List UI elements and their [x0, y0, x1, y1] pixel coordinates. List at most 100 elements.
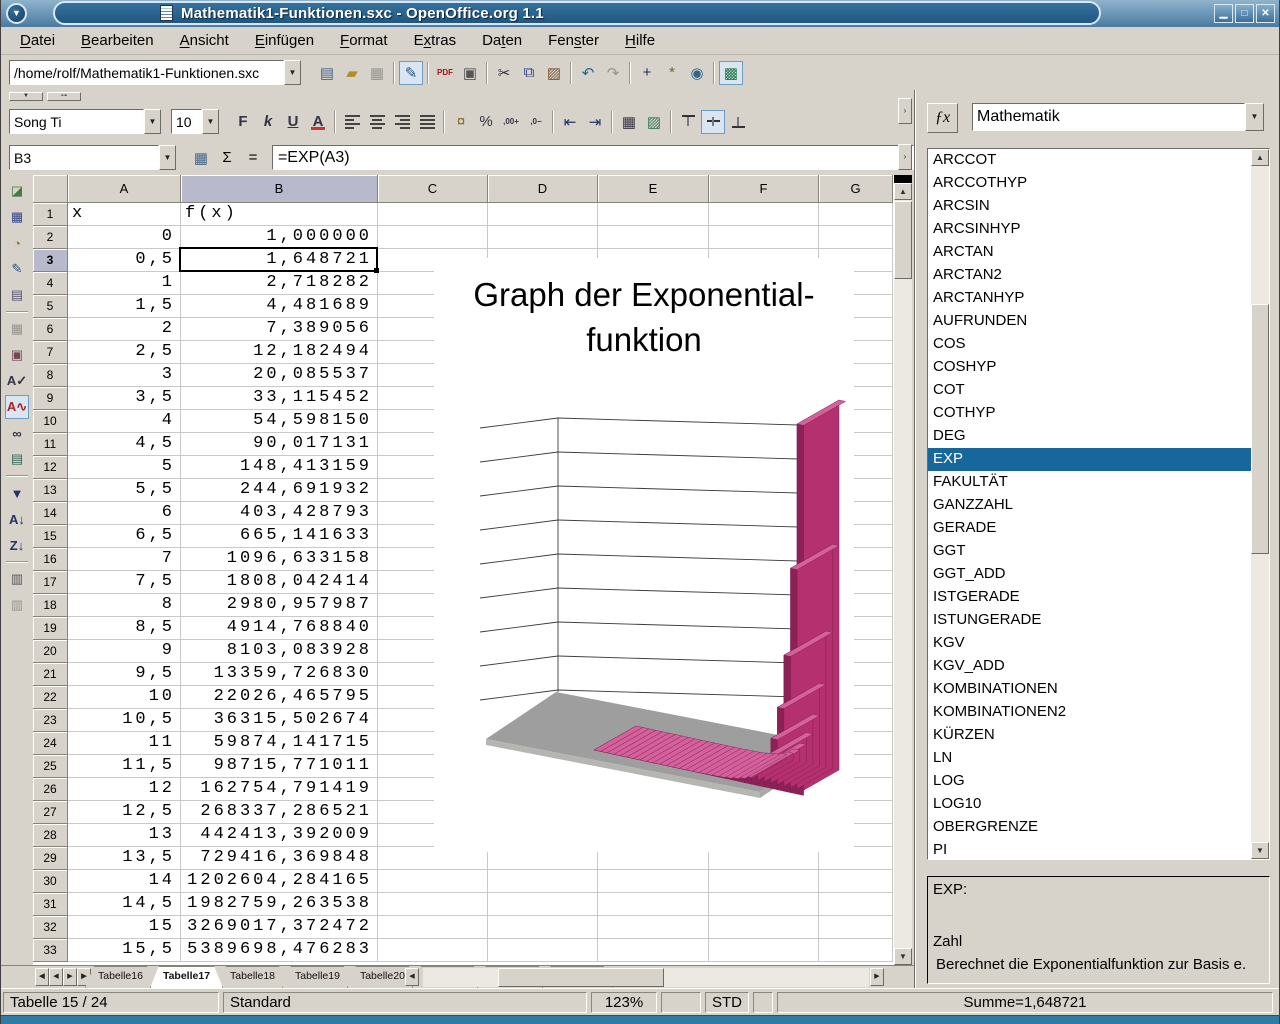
menu-item-hilfe[interactable]: Hilfe [612, 29, 668, 52]
function-item-arccothyp[interactable]: ARCCOTHYP [928, 172, 1251, 195]
scrollbar-split-handle[interactable] [894, 175, 912, 183]
insert-object-icon[interactable]: ◪ [5, 179, 29, 203]
cell-B32[interactable]: 3269017,372472 [181, 916, 378, 939]
cell-B7[interactable]: 12,182494 [181, 341, 378, 364]
cell-B27[interactable]: 268337,286521 [181, 801, 378, 824]
open-icon[interactable]: ▰ [340, 61, 364, 85]
cell-A11[interactable]: 4,5 [68, 433, 181, 456]
toolbar-collapse-button[interactable]: ▼ [9, 92, 43, 101]
function-item-kgv[interactable]: KGV [928, 632, 1251, 655]
paste-icon[interactable]: ▨ [542, 61, 566, 85]
cell-A17[interactable]: 7,5 [68, 571, 181, 594]
align-bottom-icon[interactable] [726, 110, 750, 134]
function-item-istungerade[interactable]: ISTUNGERADE [928, 609, 1251, 632]
cell-A24[interactable]: 11 [68, 732, 181, 755]
column-header-C[interactable]: C [378, 175, 488, 203]
cell-A12[interactable]: 5 [68, 456, 181, 479]
row-header-30[interactable]: 30 [33, 870, 68, 893]
vertical-scrollbar-track[interactable] [894, 183, 912, 965]
tab-scroll-left-button[interactable]: ◀ [405, 968, 419, 986]
cell-B8[interactable]: 20,085537 [181, 364, 378, 387]
category-dropdown-button[interactable]: ▼ [1245, 103, 1264, 131]
navigator-icon[interactable]: + [635, 61, 659, 85]
align-justify-icon[interactable] [415, 110, 439, 134]
menu-item-format[interactable]: Format [327, 29, 401, 52]
cell-reference-input[interactable] [9, 145, 159, 170]
sheet-tab-tabelle17[interactable]: Tabelle17 [150, 966, 223, 988]
currency-icon[interactable]: ¤ [449, 110, 473, 134]
cell-A13[interactable]: 5,5 [68, 479, 181, 502]
cell-B1[interactable]: f(x) [181, 203, 378, 226]
menu-item-fenster[interactable]: Fenster [535, 29, 612, 52]
hyperlink-icon[interactable]: ◉ [685, 61, 709, 85]
function-item-ln[interactable]: LN [928, 747, 1251, 770]
cell-A16[interactable]: 7 [68, 548, 181, 571]
cell-F1[interactable] [709, 203, 819, 226]
row-header-23[interactable]: 23 [33, 709, 68, 732]
menu-item-datei[interactable]: Datei [7, 29, 68, 52]
cell-D33[interactable] [488, 939, 598, 962]
cell-A30[interactable]: 14 [68, 870, 181, 893]
cell-A15[interactable]: 6,5 [68, 525, 181, 548]
row-header-6[interactable]: 6 [33, 318, 68, 341]
toolbar-overflow-button[interactable]: › [898, 98, 912, 124]
row-header-12[interactable]: 12 [33, 456, 68, 479]
undo-icon[interactable]: ↶ [576, 61, 600, 85]
function-item-cothyp[interactable]: COTHYP [928, 402, 1251, 425]
row-header-33[interactable]: 33 [33, 939, 68, 962]
row-header-1[interactable]: 1 [33, 203, 68, 226]
cell-D2[interactable] [488, 226, 598, 249]
row-header-9[interactable]: 9 [33, 387, 68, 410]
function-item-pi[interactable]: PI [928, 839, 1251, 859]
vertical-scrollbar[interactable]: ▲ ▼ [894, 183, 912, 965]
cell-B28[interactable]: 442413,392009 [181, 824, 378, 847]
function-item-kombinationen[interactable]: KOMBINATIONEN [928, 678, 1251, 701]
document-url-input[interactable] [9, 60, 284, 85]
insert-graphics-icon[interactable]: ▣ [5, 343, 29, 367]
shrink-formula-bar-button[interactable]: › [898, 144, 912, 170]
cell-C2[interactable] [378, 226, 488, 249]
function-category-input[interactable] [972, 103, 1245, 131]
function-item-deg[interactable]: DEG [928, 425, 1251, 448]
cell-G33[interactable] [819, 939, 893, 962]
function-item-arccot[interactable]: ARCCOT [928, 149, 1251, 172]
function-wizard-button[interactable]: ▦ [188, 146, 214, 170]
function-item-kgv_add[interactable]: KGV_ADD [928, 655, 1251, 678]
font-size-dropdown[interactable]: ▼ [202, 109, 219, 134]
cell-B23[interactable]: 36315,502674 [181, 709, 378, 732]
function-item-ganzzahl[interactable]: GANZZAHL [928, 494, 1251, 517]
data-sources-icon[interactable]: ▤ [5, 447, 29, 471]
column-header-A[interactable]: A [68, 175, 181, 203]
cell-A27[interactable]: 12,5 [68, 801, 181, 824]
stylist-icon[interactable]: * [660, 61, 684, 85]
function-item-log10[interactable]: LOG10 [928, 793, 1251, 816]
cell-C1[interactable] [378, 203, 488, 226]
cell-B16[interactable]: 1096,633158 [181, 548, 378, 571]
function-item-cot[interactable]: COT [928, 379, 1251, 402]
increase-indent-icon[interactable]: ⇥ [583, 110, 607, 134]
row-header-31[interactable]: 31 [33, 893, 68, 916]
list-scroll-up-button[interactable]: ▲ [1251, 149, 1269, 166]
system-menu-button[interactable]: ▼ [6, 3, 27, 24]
cell-B12[interactable]: 148,413159 [181, 456, 378, 479]
cell-A4[interactable]: 1 [68, 272, 181, 295]
column-header-G[interactable]: G [819, 175, 893, 203]
url-dropdown-button[interactable]: ▼ [284, 60, 301, 85]
cell-C30[interactable] [378, 870, 488, 893]
cell-G1[interactable] [819, 203, 893, 226]
name-box[interactable]: ▼ [9, 145, 176, 170]
cell-B2[interactable]: 1,000000 [181, 226, 378, 249]
function-item-arctan[interactable]: ARCTAN [928, 241, 1251, 264]
cell-B17[interactable]: 1808,042414 [181, 571, 378, 594]
row-header-16[interactable]: 16 [33, 548, 68, 571]
row-header-5[interactable]: 5 [33, 295, 68, 318]
cell-B14[interactable]: 403,428793 [181, 502, 378, 525]
cell-B4[interactable]: 2,718282 [181, 272, 378, 295]
cell-G2[interactable] [819, 226, 893, 249]
cell-B5[interactable]: 4,481689 [181, 295, 378, 318]
cell-B33[interactable]: 5389698,476283 [181, 939, 378, 962]
cell-F32[interactable] [709, 916, 819, 939]
cell-A9[interactable]: 3,5 [68, 387, 181, 410]
font-size-combo[interactable]: ▼ [171, 109, 219, 134]
cell-D32[interactable] [488, 916, 598, 939]
